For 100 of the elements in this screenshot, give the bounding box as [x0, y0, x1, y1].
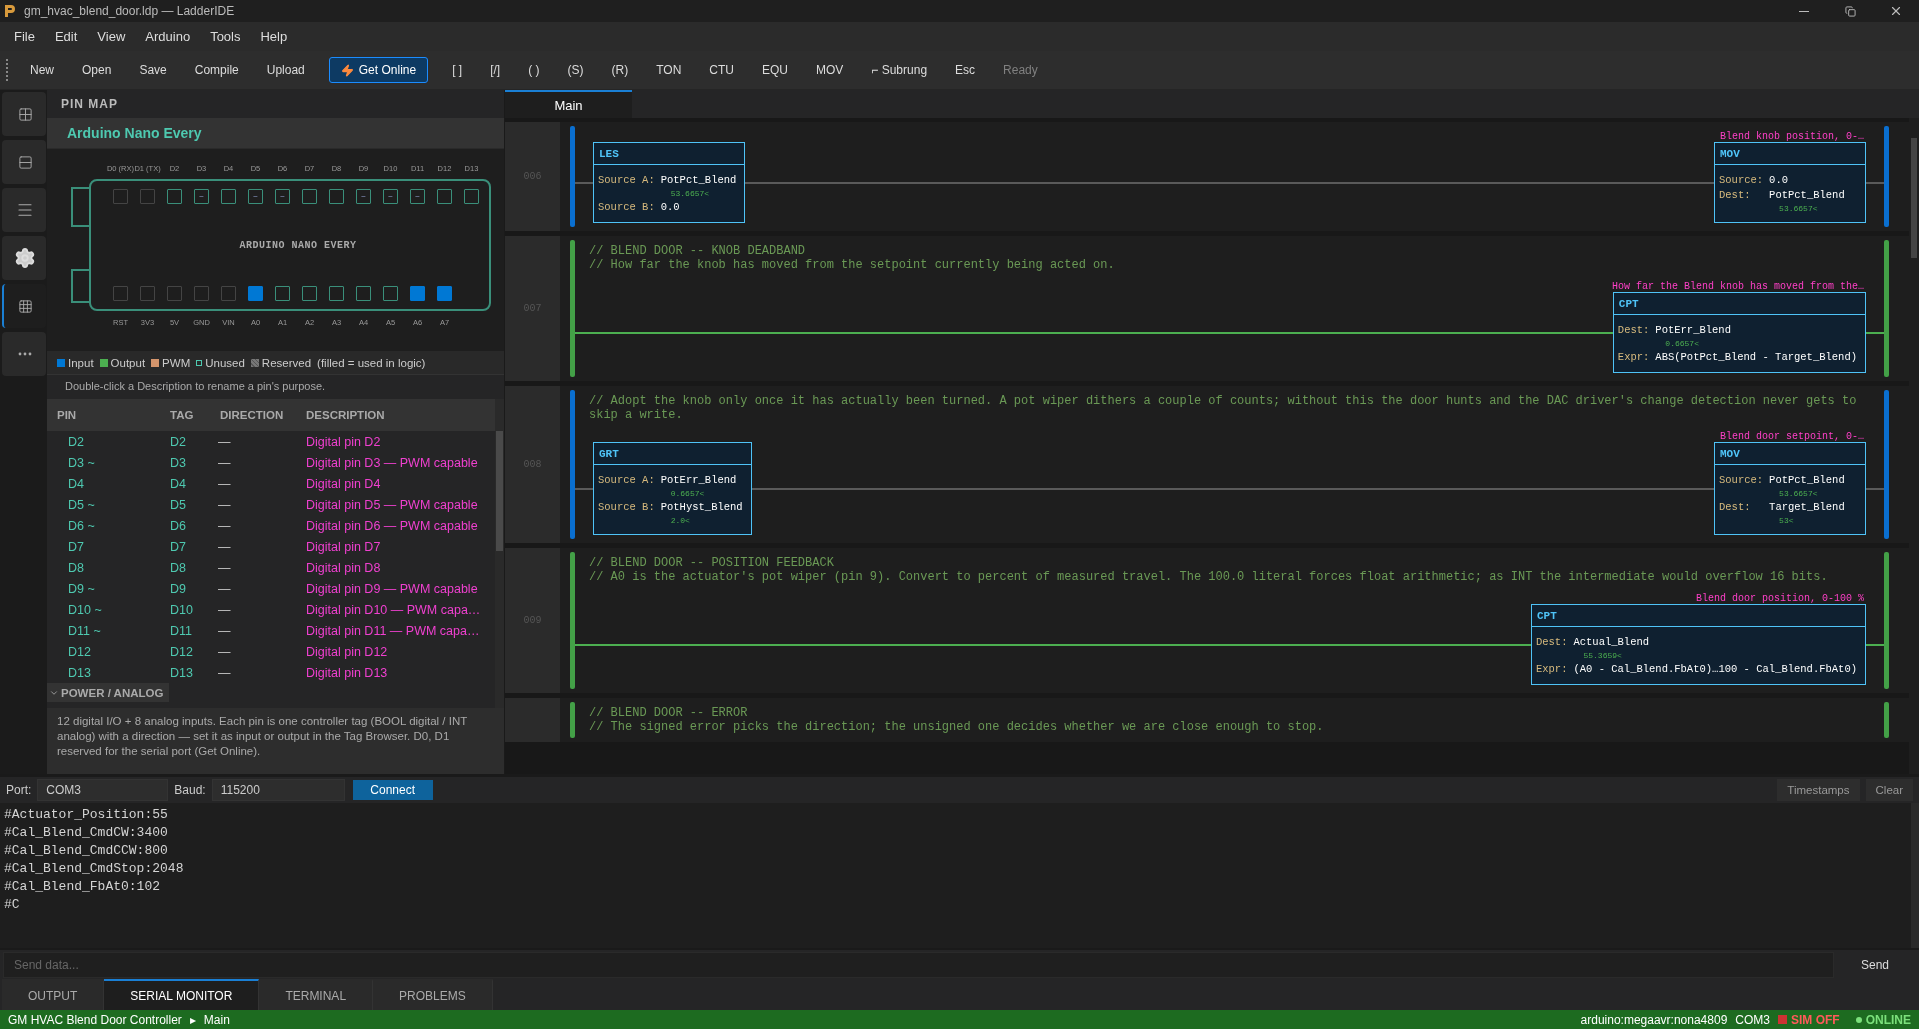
instruction-block[interactable]: CPT Dest: Actual_Blend 55.3659< Expr: (A0 - Cal_Blend.FbAt0)…100 - Cal_Blend.FbAt0) — [1530, 604, 1866, 685]
toolbar-button[interactable]: MOV — [804, 57, 856, 83]
send-button[interactable]: Send — [1834, 951, 1916, 978]
toolbar-button[interactable]: [ ] — [440, 57, 475, 83]
toolbar-button[interactable]: Esc — [943, 57, 988, 83]
toolbar-button[interactable]: ( ) — [516, 57, 552, 83]
toolbar-button[interactable]: [/] — [478, 57, 513, 83]
description-cell[interactable]: Digital pin D5 — PWM capable — [306, 497, 495, 512]
serial-line: #Actuator_Position:55 — [4, 806, 169, 824]
baud-field[interactable]: 115200 — [211, 779, 345, 801]
connect-button[interactable]: Connect — [352, 780, 433, 800]
column-header[interactable]: DIRECTION — [220, 409, 306, 421]
instruction-name: LES — [599, 147, 619, 160]
instruction-block[interactable]: LES Source A: PotPct_Blend 53.6657< Source B: 0.0 — [593, 142, 746, 223]
field-label: Dest: — [1719, 501, 1752, 513]
column-header[interactable]: PIN — [57, 409, 170, 421]
toolbar-button[interactable]: ⌐ Subrung — [859, 57, 940, 83]
rung[interactable] — [560, 236, 1909, 381]
field-value: PotErr_Blend — [1655, 324, 1732, 336]
pin[interactable]: ~ — [383, 189, 398, 204]
panel-tab[interactable]: OUTPUT — [2, 979, 105, 1010]
pin-cell-text: D11 ~ — [68, 623, 102, 638]
toolbar-button[interactable]: Get Online — [328, 57, 429, 83]
project-name[interactable]: GM HVAC Blend Door Controller — [8, 1012, 182, 1027]
pin[interactable] — [167, 189, 182, 204]
clear-button[interactable]: Clear — [1865, 779, 1913, 801]
menu-item[interactable]: Help — [250, 25, 298, 48]
group-header[interactable]: POWER / ANALOG — [47, 683, 170, 702]
toolbar-button[interactable]: New — [18, 57, 66, 83]
pwm-mark: ~ — [253, 192, 258, 201]
description-cell[interactable]: Digital pin D13 — [306, 665, 495, 680]
description-cell[interactable]: Digital pin D8 — [306, 560, 495, 575]
toolbar-button[interactable]: CTU — [697, 57, 746, 83]
description-cell[interactable]: Digital pin D10 — PWM capa… — [306, 602, 495, 617]
pin[interactable] — [302, 286, 317, 301]
toolbar-button[interactable]: (S) — [555, 57, 596, 83]
menu-item[interactable]: Tools — [200, 25, 251, 48]
description-cell[interactable]: Digital pin D4 — [306, 476, 495, 491]
scrollbar[interactable] — [1909, 118, 1919, 774]
rung[interactable] — [560, 386, 1909, 543]
description-cell[interactable]: Digital pin D7 — [306, 539, 495, 554]
pin[interactable]: ~ — [248, 189, 263, 204]
menu-item[interactable]: Edit — [44, 25, 88, 48]
pin[interactable] — [221, 189, 236, 204]
instruction-block[interactable]: MOV Source: PotPct_Blend 53.6657< Dest: Target_Blend 53< — [1714, 442, 1866, 535]
pin-cell-text: D8 — [68, 560, 85, 575]
pin[interactable]: ~ — [194, 189, 209, 204]
description-cell[interactable]: Digital pin D2 — [306, 434, 495, 449]
instruction-block[interactable]: GRT Source A: PotErr_Blend 0.6657< Source B: PotHyst_Blend 2.0< — [593, 442, 752, 535]
pin[interactable] — [383, 286, 398, 301]
pin[interactable] — [329, 286, 344, 301]
description-cell[interactable]: Digital pin D12 — [306, 644, 495, 659]
editor-tab[interactable]: Main — [505, 90, 632, 118]
pin[interactable] — [464, 189, 479, 204]
panel-tab[interactable]: TERMINAL — [259, 979, 374, 1010]
scrollbar[interactable] — [495, 399, 504, 708]
pin[interactable]: ~ — [275, 189, 290, 204]
toolbar-button[interactable]: Save — [127, 57, 179, 83]
routine-name[interactable]: Main — [203, 1012, 230, 1027]
pin[interactable] — [302, 189, 317, 204]
port-field[interactable]: COM3 — [37, 779, 169, 801]
rung[interactable]: LES Source A: PotPct_Blend 53.6657< Source B: 0.0 Blend knob position, 0-… MOV Source: 0.0 Dest: PotPct_Blend 53.6657< — [560, 122, 1909, 231]
rung[interactable]: // BLEND DOOR -- ERROR // The signed error picks the direction; the unsigned one decides whether we are close enough to stop. — [560, 698, 1909, 742]
online-status[interactable]: ONLINE — [1865, 1012, 1911, 1027]
board-id[interactable]: arduino:megaavr:nona4809 — [1580, 1012, 1728, 1027]
serial-line: #Cal_Blend_FbAt0:102 — [4, 878, 162, 896]
send-field[interactable]: Send data... — [3, 951, 1834, 978]
pwm-mark: ~ — [199, 192, 204, 201]
menu-item[interactable]: File — [4, 25, 45, 48]
field-value: PotPct_Blend — [1769, 189, 1846, 201]
column-header[interactable]: TAG — [170, 409, 220, 421]
panel-tab[interactable]: SERIAL MONITOR — [104, 979, 260, 1010]
timestamps-button[interactable]: Timestamps — [1777, 779, 1860, 801]
menu-item[interactable]: Arduino — [135, 25, 201, 48]
pin[interactable]: ~ — [356, 189, 371, 204]
instruction-block[interactable]: CPT Dest: PotErr_Blend 0.6657< Expr: ABS(PotPct_Blend - Target_Blend) — [1612, 292, 1866, 373]
toolbar-button[interactable]: EQU — [750, 57, 800, 83]
toolbar-button[interactable]: (R) — [599, 57, 641, 83]
pin[interactable]: ~ — [410, 189, 425, 204]
port-status[interactable]: COM3 — [1735, 1012, 1770, 1027]
instruction-block[interactable]: MOV Source: 0.0 Dest: PotPct_Blend 53.6657< — [1714, 142, 1866, 223]
live-value: 53.6657< — [1778, 489, 1819, 498]
description-cell[interactable]: Digital pin D6 — PWM capable — [306, 518, 495, 533]
column-header[interactable]: DESCRIPTION — [306, 409, 495, 421]
toolbar-button[interactable]: Open — [70, 57, 124, 83]
panel-tab[interactable]: PROBLEMS — [373, 979, 493, 1010]
toolbar-button[interactable]: Upload — [254, 57, 317, 83]
rung[interactable] — [560, 548, 1909, 693]
description-cell[interactable]: Digital pin D3 — PWM capable — [306, 455, 495, 470]
activity-button[interactable] — [2, 236, 46, 280]
pin[interactable] — [356, 286, 371, 301]
pin[interactable] — [437, 189, 452, 204]
description-cell[interactable]: Digital pin D9 — PWM capable — [306, 581, 495, 596]
toolbar-button[interactable]: Compile — [182, 57, 251, 83]
tag-cell-text: D5 — [170, 497, 187, 512]
menu-item[interactable]: View — [87, 25, 136, 48]
toolbar-button[interactable]: TON — [644, 57, 694, 83]
description-cell[interactable]: Digital pin D11 — PWM capa… — [306, 623, 495, 638]
pin[interactable] — [275, 286, 290, 301]
pin[interactable] — [329, 189, 344, 204]
